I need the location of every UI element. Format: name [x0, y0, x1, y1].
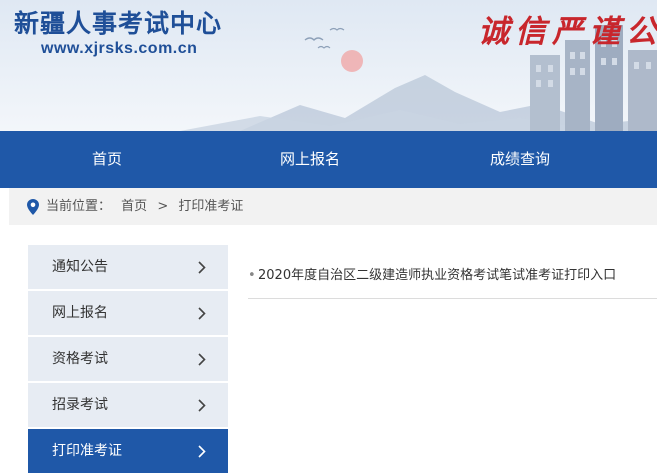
sidebar-item-label: 通知公告 [52, 259, 108, 275]
site-url: www.xjrsks.com.cn [41, 40, 198, 57]
header-slogan: 诚信严谨公 [478, 14, 657, 50]
chevron-right-icon [198, 307, 206, 320]
sidebar-item-label: 招录考试 [52, 397, 108, 413]
main-nav: 首页 网上报名 成绩查询 [0, 131, 657, 188]
breadcrumb: 当前位置： 首页 > 打印准考证 [9, 188, 657, 225]
chevron-right-icon [198, 353, 206, 366]
sidebar-item-label: 网上报名 [52, 305, 108, 321]
breadcrumb-home-link[interactable]: 首页 [121, 188, 147, 225]
sidebar-item-label: 资格考试 [52, 351, 108, 367]
list-item: • 2020年度自治区二级建造师执业资格考试笔试准考证打印入口 [248, 260, 657, 299]
sidebar-item-qualification-exams[interactable]: 资格考试 [28, 337, 228, 381]
site-title: 新疆人事考试中心 [14, 9, 223, 38]
article-link[interactable]: 2020年度自治区二级建造师执业资格考试笔试准考证打印入口 [258, 264, 616, 283]
chevron-right-icon [198, 445, 206, 458]
nav-item-home[interactable]: 首页 [57, 131, 157, 188]
sidebar-item-notices[interactable]: 通知公告 [28, 245, 228, 289]
sidebar-item-online-registration[interactable]: 网上报名 [28, 291, 228, 335]
sidebar: 通知公告 网上报名 资格考试 招录考试 打印准考证 [28, 245, 228, 475]
breadcrumb-separator: > [157, 199, 169, 214]
breadcrumb-label: 当前位置： [46, 199, 112, 214]
breadcrumb-current: 打印准考证 [178, 199, 244, 214]
chevron-right-icon [198, 261, 206, 274]
location-pin-icon [27, 199, 39, 215]
sidebar-item-label: 打印准考证 [52, 443, 122, 459]
nav-item-online-registration[interactable]: 网上报名 [255, 131, 365, 188]
bullet-icon: • [248, 268, 256, 283]
nav-item-score-query[interactable]: 成绩查询 [455, 131, 585, 188]
article-list: • 2020年度自治区二级建造师执业资格考试笔试准考证打印入口 [248, 260, 657, 299]
site-header: 新疆人事考试中心 www.xjrsks.com.cn 诚信严谨公 [0, 0, 657, 131]
chevron-right-icon [198, 399, 206, 412]
sidebar-item-recruitment-exams[interactable]: 招录考试 [28, 383, 228, 427]
sidebar-item-print-admission-ticket[interactable]: 打印准考证 [28, 429, 228, 473]
